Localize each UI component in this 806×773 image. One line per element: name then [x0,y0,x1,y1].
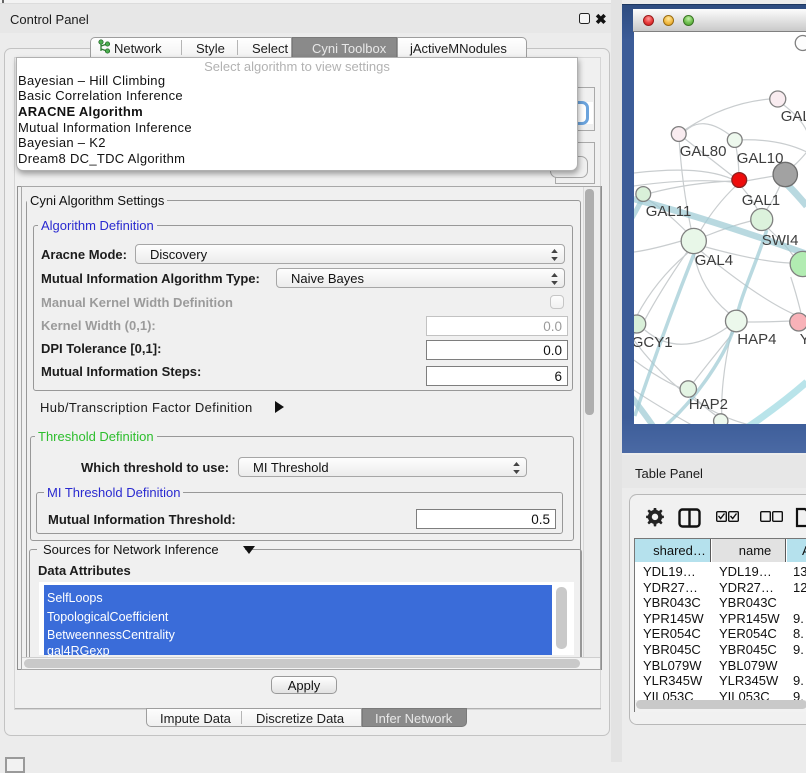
svg-text:GAL10: GAL10 [736,150,783,167]
svg-text:HAP2: HAP2 [688,396,727,413]
svg-text:SWI4: SWI4 [761,232,798,249]
svg-text:GAL4: GAL4 [694,252,732,269]
svg-text:GAL11: GAL11 [645,203,691,220]
svg-text:Y: Y [799,331,806,348]
svg-text:GCY1: GCY1 [634,334,673,351]
svg-text:HAP4: HAP4 [737,331,776,348]
svg-text:GAL80: GAL80 [679,143,726,160]
svg-text:GAL1: GAL1 [741,192,779,209]
svg-text:GAL: GAL [780,108,806,125]
